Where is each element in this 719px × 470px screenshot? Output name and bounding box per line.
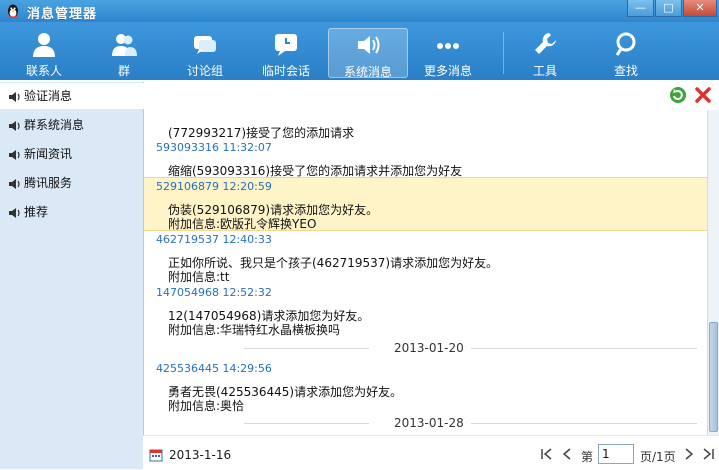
sidebar-item-verify-messages[interactable]: 验证消息: [0, 83, 719, 109]
tool-system-messages[interactable]: 系统消息: [328, 28, 408, 79]
page-prefix-label: 第: [581, 450, 594, 464]
speaker-icon: [9, 91, 20, 102]
page-total-label: 页/1页: [640, 450, 676, 464]
tool-discussion-label: 讨论组: [186, 64, 223, 78]
search-icon: [615, 32, 636, 56]
sidebar-item-label: 群系统消息: [24, 118, 85, 132]
tool-discussion[interactable]: 讨论组: [168, 28, 242, 78]
tool-search[interactable]: 查找: [589, 28, 663, 78]
date-separator-label: 2013-01-20: [394, 341, 464, 355]
sidebar-item-tencent-service[interactable]: 腾讯服务: [0, 170, 143, 196]
sidebar-item-group-system[interactable]: 群系统消息: [0, 112, 143, 138]
message-header: 529106879 12:20:59: [156, 180, 272, 193]
tool-contacts-label: 联系人: [25, 64, 62, 78]
wrench-icon: [535, 33, 556, 54]
speaker-icon: [9, 178, 20, 189]
refresh-icon[interactable]: [669, 86, 687, 104]
sidebar-item-label: 新闻资讯: [24, 147, 73, 161]
date-separator: 2013-01-28: [144, 416, 707, 430]
last-page-icon[interactable]: [701, 448, 715, 460]
sidebar-item-label: 验证消息: [24, 89, 73, 103]
sidebar-item-recommend[interactable]: 推荐: [0, 199, 143, 225]
speaker-icon: [9, 207, 20, 218]
discussion-icon: [194, 36, 216, 54]
message-list: (772993217)接受了您的添加请求 593093316 11:32:07 …: [144, 110, 707, 435]
group-icon: [112, 34, 137, 56]
toolbar-divider: [503, 32, 504, 74]
message-extra-info: 附加信息:华瑞特红水晶横板换吗: [168, 323, 341, 337]
main-toolbar: 联系人 群 讨论组 临时会话 系统消息 更多消息 工具 查找: [0, 22, 719, 80]
scrollbar-thumb[interactable]: [709, 322, 718, 432]
message-extra-info: 附加信息:tt: [168, 270, 230, 284]
message-header: 147054968 12:52:32: [156, 286, 272, 299]
tool-temp-chat-label: 临时会话: [261, 64, 310, 78]
delete-icon[interactable]: [694, 86, 712, 104]
tool-contacts[interactable]: 联系人: [7, 28, 81, 78]
tool-tools-label: 工具: [532, 64, 557, 78]
date-picker-value[interactable]: 2013-1-16: [169, 448, 231, 462]
sidebar-item-label: 推荐: [24, 205, 49, 219]
contact-icon: [33, 33, 55, 57]
calendar-icon[interactable]: [149, 448, 163, 462]
first-page-icon[interactable]: [540, 448, 554, 460]
tool-groups-label: 群: [117, 64, 130, 78]
message-extra-info: 附加信息:欧版孔令辉换YEO: [168, 217, 317, 231]
window-title: 消息管理器: [27, 7, 98, 22]
vertical-scrollbar[interactable]: [707, 110, 719, 435]
message-header: 462719537 12:40:33: [156, 233, 272, 246]
sidebar-item-news[interactable]: 新闻资讯: [0, 141, 143, 167]
tool-tools[interactable]: 工具: [508, 28, 582, 78]
message-header: 593093316 11:32:07: [156, 141, 272, 154]
tool-more-messages-label: 更多消息: [423, 64, 472, 78]
maximize-button[interactable]: □: [655, 0, 682, 17]
date-separator: 2013-01-20: [144, 341, 707, 355]
more-icon: [437, 43, 459, 49]
speaker-icon: [9, 120, 20, 131]
message-header: 425536445 14:29:56: [156, 362, 272, 375]
bottom-bar: 2013-1-16 第 1 页/1页: [143, 435, 719, 470]
tool-system-messages-label: 系统消息: [343, 65, 392, 79]
title-bar: 消息管理器 — □ ✕: [0, 0, 719, 22]
sidebar-item-label: 腾讯服务: [24, 176, 73, 190]
close-button[interactable]: ✕: [683, 0, 717, 17]
minimize-button[interactable]: —: [627, 0, 654, 17]
tool-search-label: 查找: [613, 64, 638, 78]
speaker-icon: [358, 36, 380, 54]
speaker-icon: [9, 149, 20, 160]
message-extra-info: 附加信息:奥恰: [168, 399, 245, 413]
prev-page-icon[interactable]: [561, 448, 573, 460]
tool-temp-chat[interactable]: 临时会话: [249, 28, 323, 78]
next-page-icon[interactable]: [683, 448, 695, 460]
page-number-input[interactable]: 1: [598, 444, 634, 464]
qq-penguin-icon: [8, 4, 18, 18]
tool-more-messages[interactable]: 更多消息: [411, 28, 485, 78]
temp-chat-icon: [275, 34, 297, 56]
message-text: (772993217)接受了您的添加请求: [168, 126, 355, 140]
date-separator-label: 2013-01-28: [394, 416, 464, 430]
tool-groups[interactable]: 群: [87, 28, 161, 78]
